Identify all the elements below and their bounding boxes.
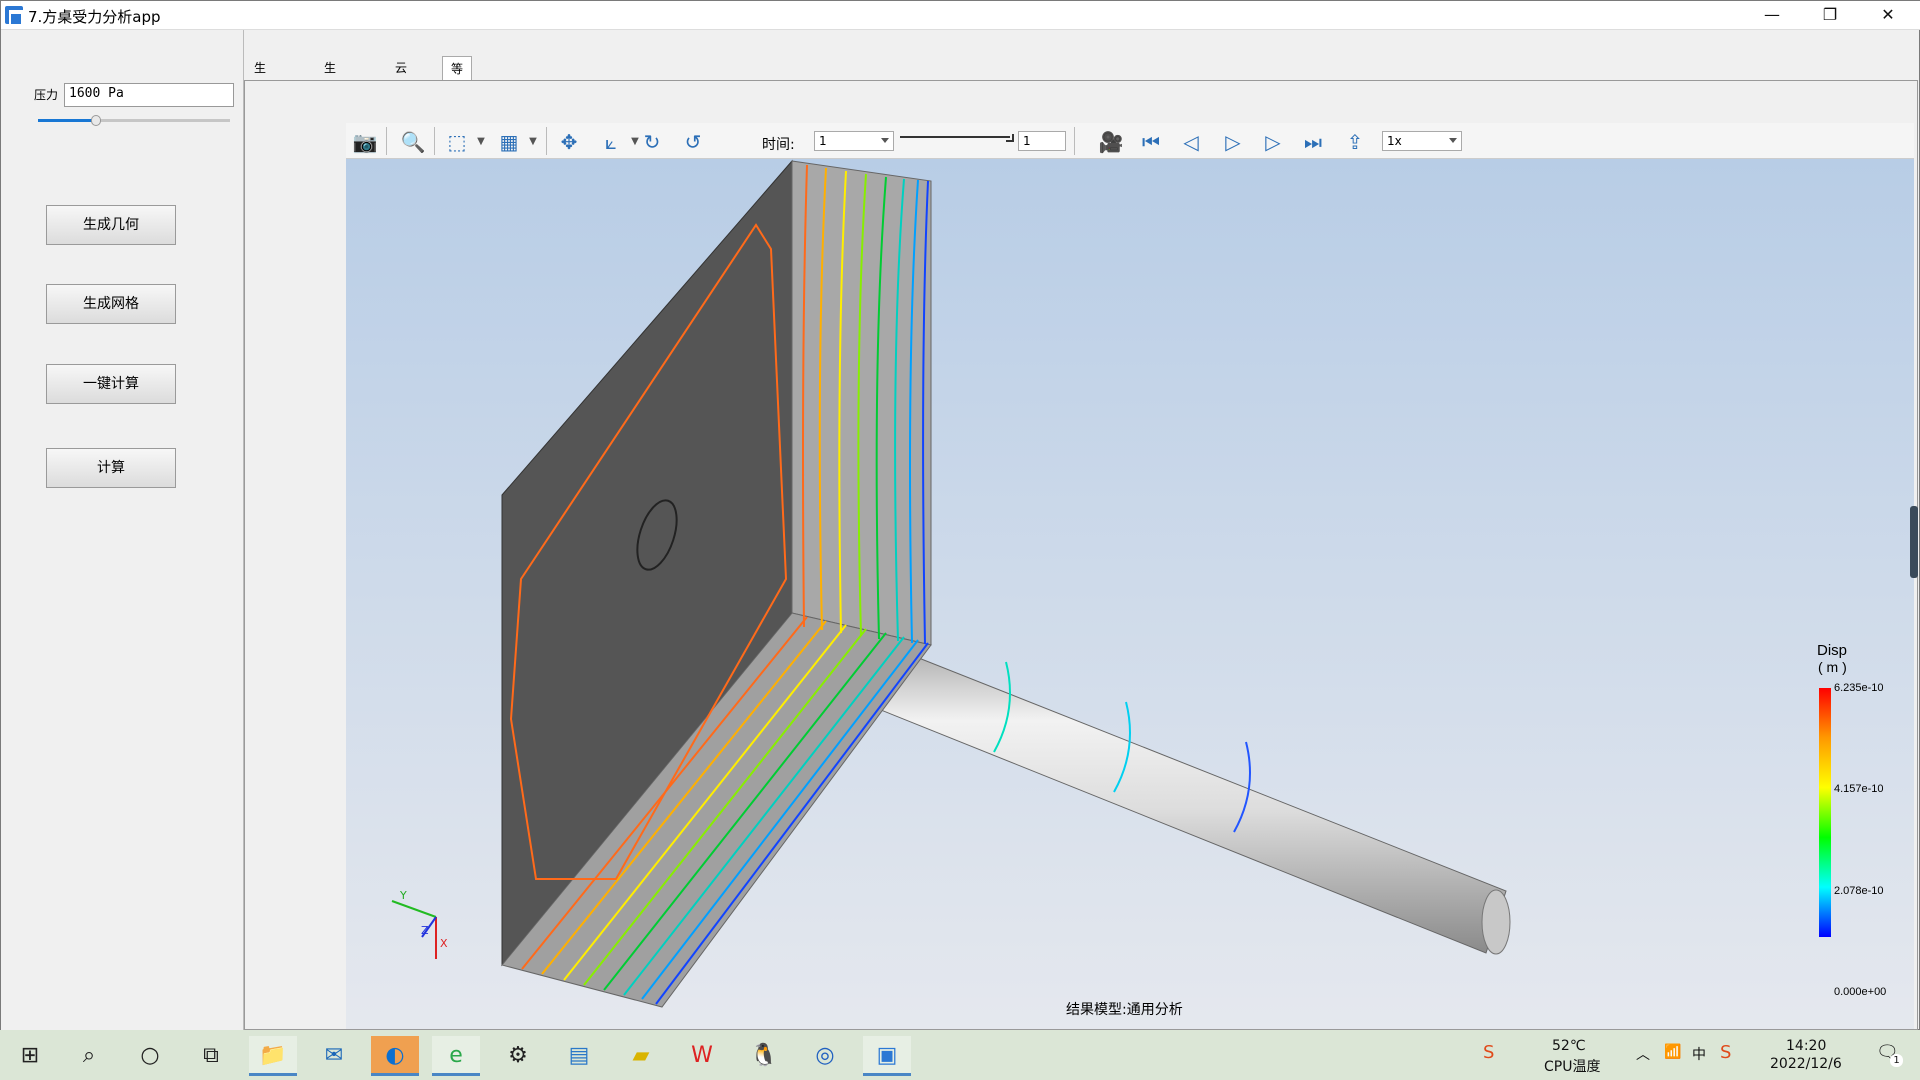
left-panel	[1, 30, 244, 1030]
next-frame-icon[interactable]: ▷	[1258, 129, 1288, 155]
qq-icon[interactable]: 🐧	[740, 1036, 788, 1076]
legend-value: 2.078e-10	[1834, 885, 1884, 897]
ie-icon[interactable]: e	[432, 1036, 480, 1076]
leg-end	[1481, 889, 1511, 955]
clock-time[interactable]: 14:20	[1786, 1038, 1826, 1054]
clock-date[interactable]: 2022/12/6	[1770, 1056, 1842, 1072]
chevron-down-icon	[1449, 138, 1457, 143]
rotate-ccw-icon[interactable]: ↺	[678, 129, 708, 155]
ime-lang[interactable]: 中	[1692, 1044, 1706, 1064]
app-taskbar-icon[interactable]: ▣	[863, 1036, 911, 1076]
generate-geometry-button[interactable]: 生成几何	[46, 205, 176, 245]
time-select[interactable]: 1	[814, 131, 894, 151]
legend-value: 0.000e+00	[1834, 986, 1887, 998]
axis-z-label: Z	[421, 924, 429, 937]
cpu-temperature-label: CPU温度	[1544, 1059, 1601, 1075]
chevron-up-icon[interactable]: ︿	[1636, 1044, 1650, 1064]
start-icon[interactable]: ⊞	[6, 1036, 54, 1076]
task-view-icon[interactable]: ⧉	[187, 1036, 235, 1076]
restore-button[interactable]: ❐	[1801, 1, 1859, 30]
notification-count: 1	[1890, 1054, 1903, 1067]
app-icon	[5, 6, 23, 26]
chevron-down-icon[interactable]: ▼	[518, 129, 548, 155]
fit-view-icon[interactable]: ✥	[554, 129, 584, 155]
cpu-temperature: 52℃	[1552, 1038, 1586, 1054]
chevron-down-icon[interactable]: ▼	[466, 129, 496, 155]
result-model-label: 结果模型:通用分析	[1066, 1002, 1183, 1018]
minimize-button[interactable]: —	[1743, 1, 1801, 30]
taskbar: ⊞ ⌕ ○ ⧉ 📁 ✉ ◐ e ⚙ ▤ ▰ W 🐧 ◎ ▣ S 52℃ CPU温…	[0, 1030, 1920, 1080]
time-slider[interactable]	[900, 136, 1010, 138]
chevron-down-icon	[881, 138, 889, 143]
axes-triad: Y Z X	[391, 889, 448, 959]
control-panel-icon[interactable]: ▤	[555, 1036, 603, 1076]
edge-icon[interactable]: ◐	[371, 1036, 419, 1076]
wps-icon[interactable]: W	[678, 1036, 726, 1076]
file-explorer-icon[interactable]: 📁	[249, 1036, 297, 1076]
compute-button[interactable]: 计算	[46, 448, 176, 488]
record-icon[interactable]: 🎥	[1096, 129, 1126, 155]
model-render: Y Z X	[391, 159, 1511, 1008]
pressure-slider[interactable]	[38, 115, 230, 126]
pressure-input[interactable]: 1600 Pa	[64, 83, 234, 107]
3d-viewport[interactable]: Y Z X Disp ( m ) 6.235e-10 4.157e-10 2.0…	[346, 159, 1914, 1029]
axis-x-label: X	[440, 937, 448, 950]
tab-isoline[interactable]: 等值线1	[442, 56, 473, 148]
prev-frame-icon[interactable]: ◁	[1176, 129, 1206, 155]
wifi-icon[interactable]: 📶	[1664, 1044, 1681, 1060]
speed-value: 1x	[1387, 134, 1402, 148]
generate-mesh-button[interactable]: 生成网格	[46, 284, 176, 324]
legend-colorbar	[1819, 688, 1831, 937]
zoom-icon[interactable]: 🔍	[398, 129, 428, 155]
legend-title: Disp	[1817, 642, 1848, 659]
app-window: 7.方桌受力分析app — ❐ ✕ 压力 1600 Pa 生成几何 生成网格 一…	[0, 0, 1920, 1030]
step-spinbox[interactable]: 1	[1018, 131, 1066, 151]
one-click-compute-button[interactable]: 一键计算	[46, 364, 176, 404]
tab-production-mesh[interactable]: 生产网格	[316, 56, 344, 147]
pressure-label: 压力	[34, 88, 59, 102]
rotate-cw-icon[interactable]: ↻	[637, 129, 667, 155]
cortana-icon[interactable]: ○	[126, 1036, 174, 1076]
last-frame-icon[interactable]: ⏭	[1298, 129, 1328, 155]
step-value: 1	[1023, 134, 1031, 148]
tab-contour-cloud[interactable]: 云图1	[387, 56, 415, 123]
slider-fill	[38, 119, 96, 122]
time-label: 时间:	[762, 137, 795, 153]
window-title: 7.方桌受力分析app	[28, 8, 161, 26]
legend-value: 6.235e-10	[1834, 682, 1884, 694]
tab-production-plan[interactable]: 生产计划	[246, 56, 274, 147]
axis-y-label: Y	[399, 889, 407, 902]
play-icon[interactable]: ▷	[1218, 129, 1248, 155]
app-swirl-icon[interactable]: ◎	[801, 1036, 849, 1076]
close-button[interactable]: ✕	[1859, 1, 1917, 30]
export-icon[interactable]: ⇪	[1340, 129, 1370, 155]
camera-icon[interactable]: 📷	[350, 129, 380, 155]
speed-select[interactable]: 1x	[1382, 131, 1462, 151]
legend-unit: ( m )	[1818, 659, 1847, 675]
first-frame-icon[interactable]: ⏮	[1136, 129, 1166, 155]
legend-value: 4.157e-10	[1834, 783, 1884, 795]
settings-gear-icon[interactable]: ⚙	[494, 1036, 542, 1076]
sogou-icon[interactable]: S	[1483, 1042, 1494, 1063]
time-slider-end	[1006, 134, 1014, 142]
search-icon[interactable]: ⌕	[65, 1036, 113, 1076]
sogou-tray-icon[interactable]: S	[1720, 1042, 1731, 1063]
viewer-toolbar: 📷 🔍 ⬚ ▼ ▦ ▼ ✥ ⟀ ▼ ↻ ↺ 时间: 1 1 🎥 ⏮ ◁ ▷ ▷ …	[346, 123, 1914, 159]
time-value: 1	[819, 134, 827, 148]
mail-icon[interactable]: ✉	[310, 1036, 358, 1076]
title-bar: 7.方桌受力分析app — ❐ ✕	[1, 1, 1920, 30]
right-scroll-handle[interactable]	[1910, 506, 1918, 578]
sticky-notes-icon[interactable]: ▰	[617, 1036, 665, 1076]
slider-thumb[interactable]	[90, 115, 101, 126]
